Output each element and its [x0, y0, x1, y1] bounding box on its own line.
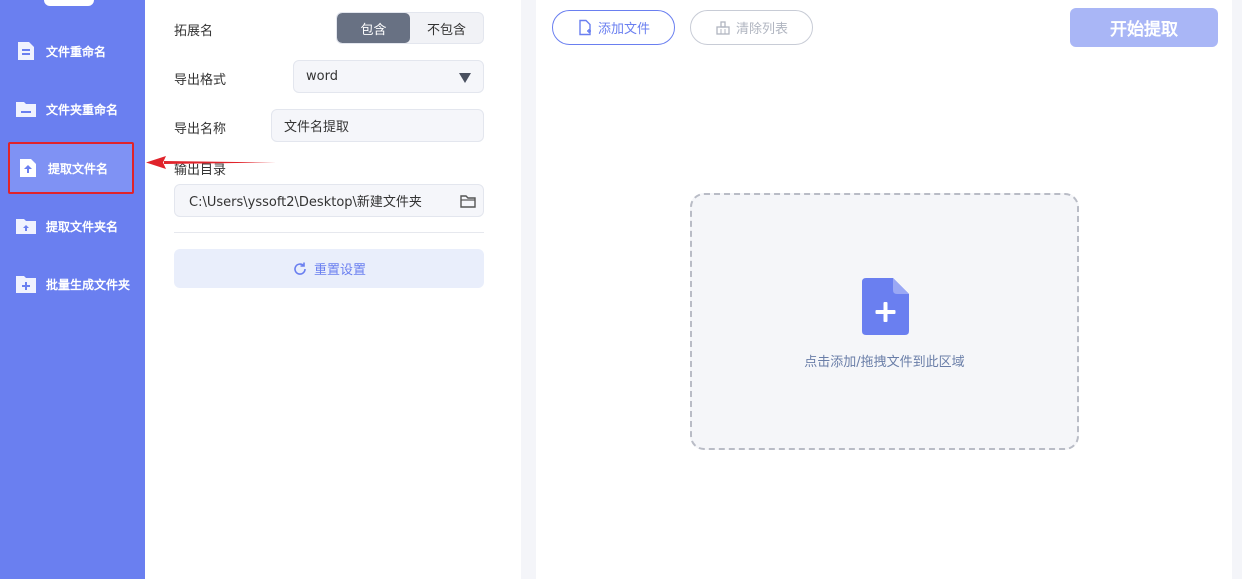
drop-zone-hint: 点击添加/拖拽文件到此区域 [804, 355, 965, 370]
export-format-label: 导出格式 [174, 73, 227, 88]
extension-toggle: 包含 不包含 [336, 12, 484, 44]
folder-browse-icon[interactable] [459, 192, 477, 210]
output-dir-input[interactable]: C:\Users\yssoft2\Desktop\新建文件夹 [174, 184, 484, 217]
output-dir-value: C:\Users\yssoft2\Desktop\新建文件夹 [189, 195, 422, 210]
sidebar-item-file-rename[interactable]: 文件重命名 [12, 34, 133, 68]
sidebar-item-batch-create-folder[interactable]: 批量生成文件夹 [12, 267, 133, 301]
export-name-value: 文件名提取 [284, 120, 350, 135]
refresh-icon [294, 262, 306, 275]
main-panel: 添加文件 清除列表 开始提取 点击添加/拖拽文件到此区域 [536, 0, 1232, 579]
export-name-label: 导出名称 [174, 122, 227, 137]
folder-icon [14, 97, 38, 121]
sidebar: 文件重命名 文件夹重命名 提取文件名 提取文件夹名 批量生成文件夹 [0, 0, 145, 579]
export-format-select[interactable]: word [293, 60, 484, 93]
sidebar-item-label: 文件夹重命名 [46, 102, 119, 117]
start-extract-button[interactable]: 开始提取 [1070, 8, 1218, 47]
clear-broom-icon [716, 20, 730, 35]
dropdown-caret-icon [459, 73, 471, 83]
sidebar-item-label: 批量生成文件夹 [46, 277, 131, 292]
extension-exclude-option[interactable]: 不包含 [410, 13, 483, 43]
app-logo [44, 0, 94, 6]
file-add-icon [862, 278, 909, 335]
sidebar-item-extract-filename[interactable]: 提取文件名 [8, 142, 134, 194]
extension-include-option[interactable]: 包含 [337, 13, 410, 43]
sidebar-item-extract-foldername[interactable]: 提取文件夹名 [12, 209, 133, 243]
sidebar-item-label: 提取文件名 [48, 161, 109, 176]
settings-panel: 拓展名 包含 不包含 导出格式 word 导出名称 文件名提取 输出目录 C:\… [145, 0, 521, 579]
annotation-arrow-icon [146, 156, 276, 169]
add-file-button[interactable]: 添加文件 [552, 10, 675, 45]
clear-list-button[interactable]: 清除列表 [690, 10, 813, 45]
add-file-label: 添加文件 [597, 22, 650, 37]
sidebar-item-label: 提取文件夹名 [46, 219, 119, 234]
divider [174, 232, 484, 233]
sidebar-item-label: 文件重命名 [46, 44, 107, 59]
export-format-value: word [306, 69, 338, 84]
export-name-input[interactable]: 文件名提取 [271, 109, 484, 142]
add-file-icon [579, 19, 591, 36]
sidebar-item-folder-rename[interactable]: 文件夹重命名 [12, 92, 133, 126]
reset-settings-label: 重置设置 [313, 263, 366, 278]
folder-add-icon [14, 272, 38, 296]
clear-list-label: 清除列表 [735, 22, 788, 37]
file-doc-icon [14, 39, 38, 63]
file-drop-zone[interactable]: 点击添加/拖拽文件到此区域 [690, 193, 1079, 450]
folder-upload-icon [14, 214, 38, 238]
reset-settings-button[interactable]: 重置设置 [174, 249, 484, 288]
file-upload-icon [16, 156, 40, 180]
extension-label: 拓展名 [174, 24, 214, 39]
